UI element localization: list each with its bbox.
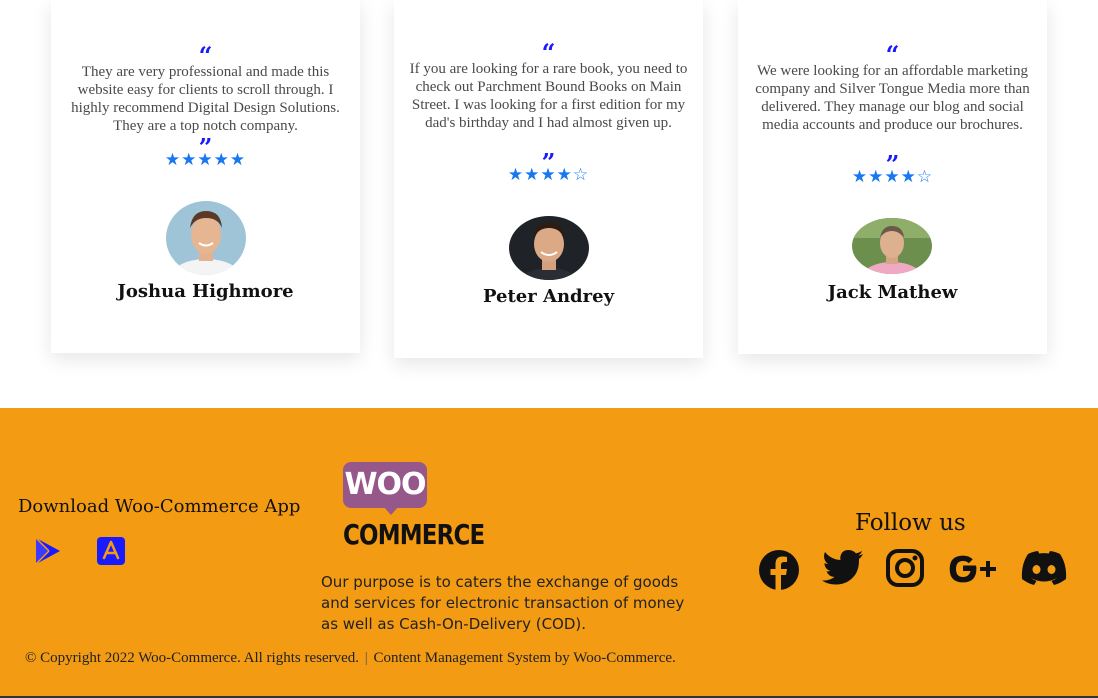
- copyright-line: © Copyright 2022 Woo-Commerce. All right…: [25, 650, 676, 667]
- star-rating: ★★★★★: [164, 150, 247, 170]
- download-app-title: Download Woo-Commerce App: [18, 496, 301, 517]
- woo-commerce-logo: WOO COMMERCE: [343, 462, 503, 551]
- cms-credit-text: Content Management System by Woo-Commerc…: [373, 650, 676, 666]
- footer: Download Woo-Commerce App WOO COMMERCE O…: [0, 408, 1098, 698]
- open-quote-icon: “: [541, 43, 556, 59]
- testimonial-text: They are very professional and made this…: [71, 64, 340, 134]
- testimonial-card-2: “ If you are looking for a rare book, yo…: [394, 0, 703, 358]
- discord-icon[interactable]: [1020, 548, 1070, 594]
- facebook-icon[interactable]: [757, 548, 803, 594]
- google-plus-icon[interactable]: [946, 548, 998, 594]
- close-quote-icon: ”: [51, 136, 360, 150]
- app-store-icon[interactable]: [97, 537, 125, 565]
- google-play-icon[interactable]: [34, 536, 62, 565]
- follow-us-title: Follow us: [855, 510, 966, 536]
- copyright-text: © Copyright 2022 Woo-Commerce. All right…: [25, 650, 360, 666]
- star-rating: ★★★★☆: [851, 167, 934, 187]
- testimonial-card-1: “ They are very professional and made th…: [51, 0, 360, 353]
- star-rating: ★★★★☆: [507, 165, 590, 185]
- testimonial-name: Joshua Highmore: [117, 281, 294, 302]
- testimonial-text: If you are looking for a rare book, you …: [409, 61, 688, 131]
- woo-logo-bubble-tail: [383, 506, 399, 515]
- copyright-separator: |: [364, 650, 368, 666]
- woo-logo-wordmark: COMMERCE: [343, 518, 485, 551]
- testimonials-section: “ They are very professional and made th…: [0, 0, 1098, 408]
- avatar: [852, 218, 932, 274]
- close-quote-icon: ”: [738, 153, 1047, 167]
- purpose-text: Our purpose is to caters the exchange of…: [321, 573, 685, 633]
- testimonial-card-3: “ We were looking for an affordable mark…: [738, 0, 1047, 354]
- testimonial-name: Peter Andrey: [482, 286, 615, 307]
- instagram-icon[interactable]: [885, 548, 931, 594]
- testimonial-name: Jack Mathew: [827, 282, 958, 303]
- avatar: [509, 216, 589, 280]
- open-quote-icon: “: [198, 46, 213, 62]
- open-quote-icon: “: [885, 45, 900, 61]
- close-quote-icon: ”: [394, 151, 703, 165]
- twitter-icon[interactable]: [821, 548, 867, 594]
- avatar: [166, 201, 246, 275]
- testimonial-text: We were looking for an affordable market…: [755, 63, 1030, 133]
- woo-logo-bubble: WOO: [343, 462, 427, 508]
